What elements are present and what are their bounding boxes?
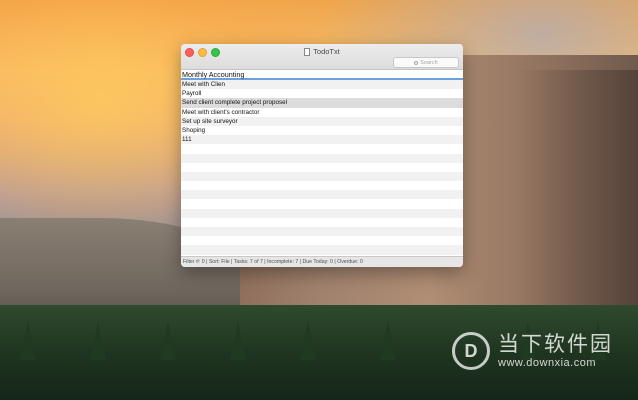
task-row[interactable]: 111 xyxy=(181,135,463,145)
empty-row xyxy=(181,227,463,237)
tree xyxy=(300,322,316,360)
task-row[interactable]: Meet with client's contractor xyxy=(181,107,463,117)
search-icon xyxy=(414,60,419,65)
task-row[interactable]: Set up site surveyor xyxy=(181,116,463,126)
task-row[interactable]: Payroll xyxy=(181,89,463,99)
task-list: Monthly Accounting Meet with Clien Payro… xyxy=(181,70,463,264)
search-field[interactable]: Search xyxy=(393,57,459,68)
window-title: TodoTxt xyxy=(313,47,340,56)
watermark: D 当下软件园 www.downxia.com xyxy=(452,332,613,370)
search-placeholder: Search xyxy=(420,59,438,66)
task-row[interactable]: Shoping xyxy=(181,125,463,136)
task-row-selected[interactable]: Send client complete project proposel xyxy=(181,98,463,108)
document-icon xyxy=(304,47,311,56)
tree xyxy=(160,322,176,360)
tree xyxy=(90,322,106,360)
watermark-logo-icon: D xyxy=(452,332,490,370)
empty-row xyxy=(181,144,463,154)
empty-row xyxy=(181,236,463,246)
status-bar: Filter #: 0 | Sort: File | Tasks: 7 of 7… xyxy=(181,256,463,267)
empty-row xyxy=(181,181,463,191)
empty-row xyxy=(181,171,463,182)
empty-row xyxy=(181,245,463,255)
tree xyxy=(20,322,36,360)
task-row[interactable]: Meet with Clien xyxy=(181,80,463,90)
task-row-editing[interactable]: Monthly Accounting xyxy=(181,70,463,80)
cliff-shadow xyxy=(518,70,638,310)
tree xyxy=(380,322,396,360)
todotxt-window: TodoTxt Search Monthly Accounting Meet w… xyxy=(181,44,463,267)
watermark-url: www.downxia.com xyxy=(498,356,596,369)
tree xyxy=(230,322,246,360)
window-title-area: TodoTxt xyxy=(181,47,463,56)
titlebar[interactable]: TodoTxt Search xyxy=(181,44,463,70)
empty-row xyxy=(181,208,463,218)
empty-row xyxy=(181,190,463,200)
watermark-name: 当下软件园 xyxy=(498,333,613,357)
empty-row xyxy=(181,162,463,172)
empty-row xyxy=(181,217,463,227)
empty-row xyxy=(181,153,463,163)
watermark-text: 当下软件园 www.downxia.com xyxy=(498,333,613,368)
empty-row xyxy=(181,199,463,209)
